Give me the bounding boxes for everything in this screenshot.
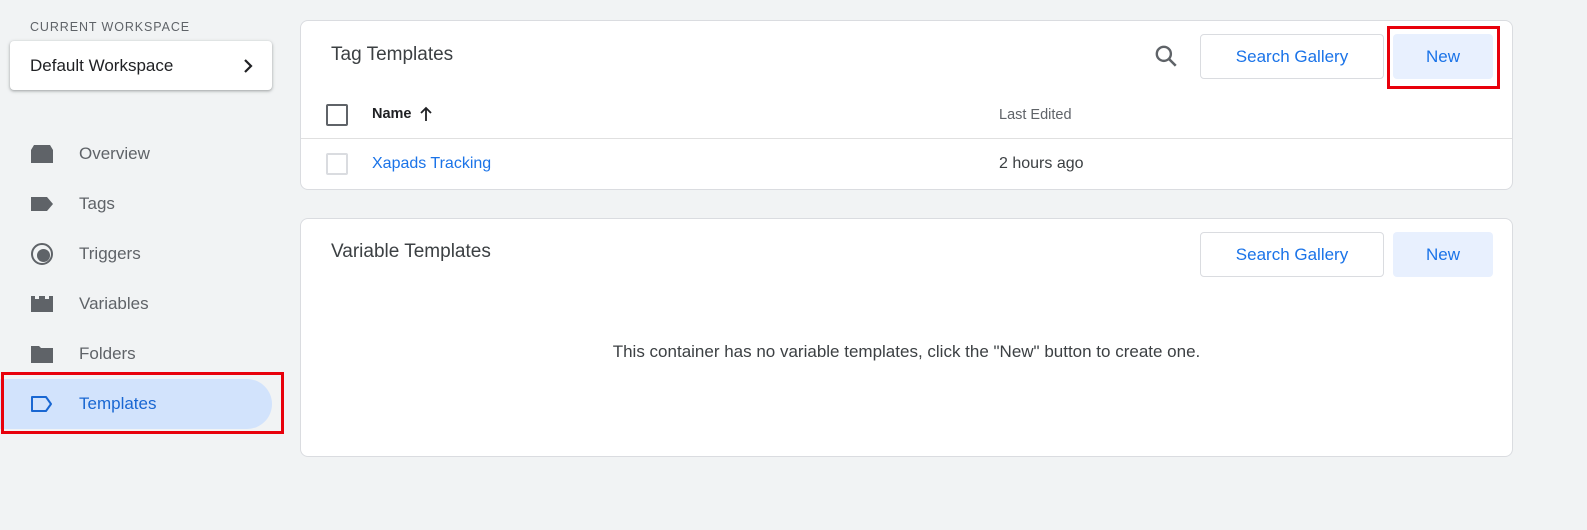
search-gallery-button[interactable]: Search Gallery [1200,232,1384,277]
empty-state-message: This container has no variable templates… [612,342,1201,361]
name-column-header[interactable]: Name [372,106,433,122]
last-edited-value: 2 hours ago [999,155,1084,172]
chevron-right-icon [244,58,253,73]
sidebar-item-label: Variables [79,294,149,313]
sidebar-item-folders[interactable]: Folders [0,329,290,379]
variable-templates-card: Variable Templates Search Gallery New Th… [300,218,1513,457]
select-all-checkbox[interactable] [326,104,348,126]
new-variable-template-button[interactable]: New [1393,232,1493,277]
folder-icon [30,342,54,366]
name-column-label: Name [372,106,412,122]
sidebar-item-label: Templates [79,394,157,413]
row-checkbox[interactable] [326,153,348,175]
sidebar-item-triggers[interactable]: Triggers [0,229,290,279]
template-icon [30,392,54,416]
sidebar-item-label: Tags [79,194,115,213]
tag-templates-title: Tag Templates [331,44,454,65]
workspace-name: Default Workspace [30,55,174,75]
variables-icon [30,292,54,316]
sidebar-item-templates[interactable]: Templates [0,379,290,429]
current-workspace-label: CURRENT WORKSPACE [30,20,190,34]
sidebar-nav: Overview Tags Triggers Variables Folders… [0,129,290,429]
new-tag-template-button[interactable]: New [1393,34,1493,79]
search-gallery-button[interactable]: Search Gallery [1200,34,1384,79]
sidebar-item-label: Overview [79,144,150,163]
variable-templates-title: Variable Templates [331,241,491,262]
sidebar: CURRENT WORKSPACE Default Workspace Over… [0,0,290,530]
trigger-icon [30,242,54,266]
template-name-link[interactable]: Xapads Tracking [372,155,491,173]
sidebar-item-tags[interactable]: Tags [0,179,290,229]
overview-icon [30,142,54,166]
sidebar-item-variables[interactable]: Variables [0,279,290,329]
last-edited-column-header[interactable]: Last Edited [999,107,1072,123]
sidebar-item-label: Folders [79,344,136,363]
arrow-up-icon [419,106,432,121]
workspace-selector[interactable]: Default Workspace [10,41,272,90]
tag-templates-card: Tag Templates Search Gallery New Name La… [300,20,1513,190]
sidebar-item-label: Triggers [79,244,141,263]
search-icon[interactable] [1153,43,1179,69]
sidebar-item-overview[interactable]: Overview [0,129,290,179]
tag-icon [30,192,54,216]
row-divider [301,138,1512,139]
